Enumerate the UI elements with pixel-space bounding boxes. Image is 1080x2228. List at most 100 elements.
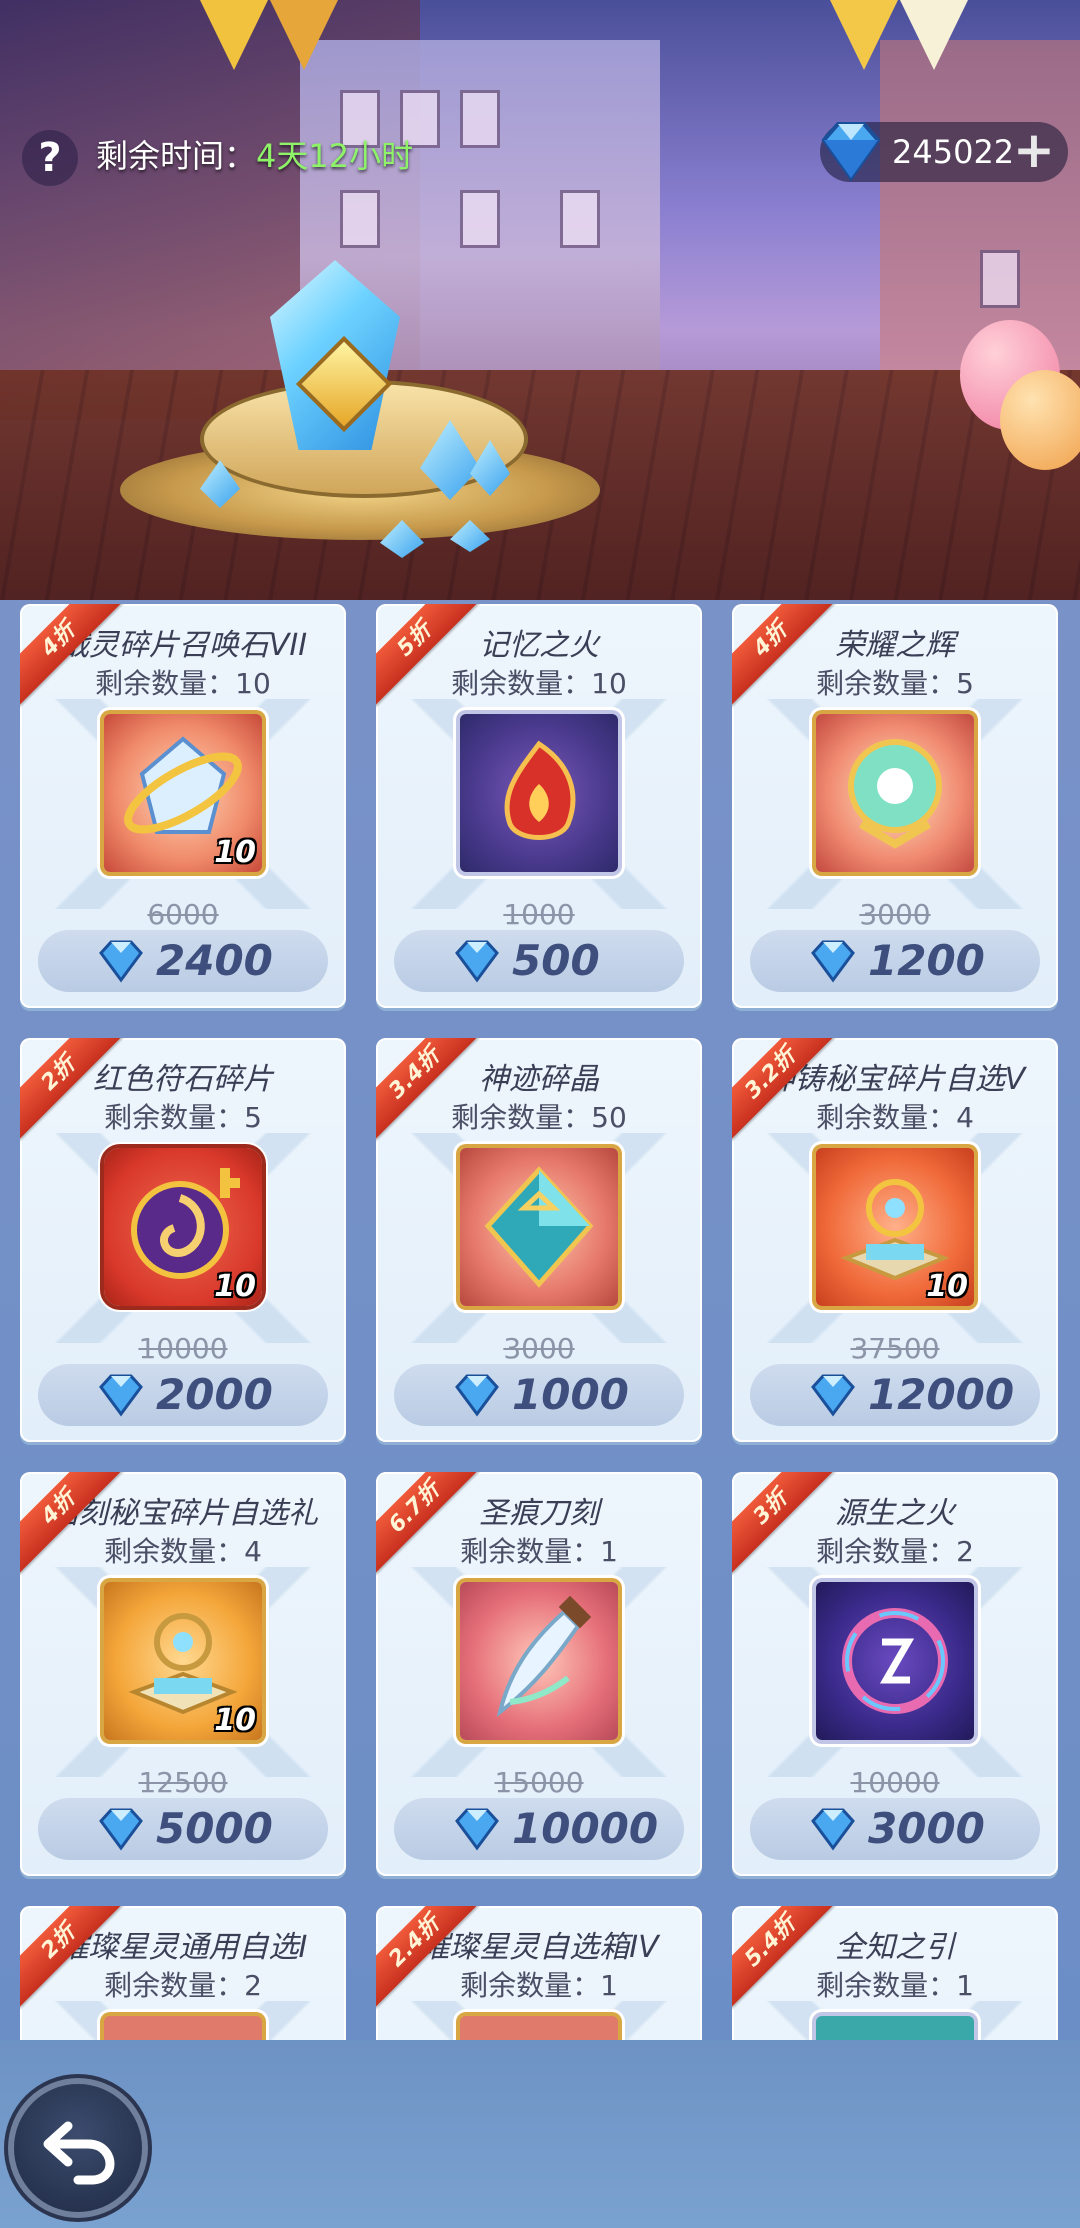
original-price: 15000 [494,1766,584,1799]
original-price: 6000 [147,898,219,931]
question-icon: ? [38,135,62,181]
sale-price: 10000 [512,1804,659,1853]
divine-treasure-icon: 10 [816,1148,974,1306]
diamond-icon [821,122,881,182]
omniscience-icon [816,2016,974,2040]
buy-button[interactable]: 10000 [394,1798,684,1860]
banner-window [980,250,1020,308]
original-price: 12500 [138,1766,228,1799]
diamond-icon [99,1808,143,1851]
summon-stone-icon: 10 [104,714,262,872]
event-banner [0,0,1080,600]
add-diamond-button[interactable]: + [1010,125,1058,176]
star-spirit-icon [104,2016,262,2040]
shop-item-card[interactable]: 4折 战灵碎片召唤石VII 剩余数量：10 10 6000 2400 [20,604,346,1008]
buy-button[interactable]: 500 [394,930,684,992]
sale-price: 5000 [156,1804,273,1853]
shop-item-card[interactable]: 2.4折 璀璨星灵自选箱IV 剩余数量：1 [376,1906,702,2040]
original-price: 10000 [138,1332,228,1365]
item-stock: 剩余数量：1 [460,1969,618,2002]
shop-item-card[interactable]: 5.4折 全知之引 剩余数量：1 [732,1906,1058,2040]
diamond-icon [455,940,499,983]
original-price: 3000 [859,898,931,931]
original-price: 37500 [850,1332,940,1365]
diamond-icon [99,1374,143,1417]
banner-window [460,90,500,148]
shop-item-card[interactable]: 2折 璀璨星灵通用自选I 剩余数量：2 [20,1906,346,2040]
sale-price: 500 [512,936,600,985]
item-stock: 剩余数量：5 [104,1101,262,1134]
item-stock: 剩余数量：1 [816,1969,974,2002]
item-quantity: 10 [214,1269,256,1304]
shop-item-card[interactable]: 2折 红色符石碎片 剩余数量：5 10 10000 2000 [20,1038,346,1442]
diamond-icon [811,940,855,983]
buy-button[interactable]: 12000 [750,1364,1040,1426]
shop-item-grid[interactable]: 4折 战灵碎片召唤石VII 剩余数量：10 10 6000 2400 5折 记忆… [0,600,1080,2040]
sale-price: 3000 [868,1804,985,1853]
bottom-bar [0,2040,1080,2228]
sale-price: 12000 [868,1370,1015,1419]
item-stock: 剩余数量：5 [816,667,974,700]
item-stock: 剩余数量：1 [460,1535,618,1568]
engraved-treasure-icon: 10 [104,1582,262,1740]
buy-button[interactable]: 1200 [750,930,1040,992]
shop-item-card[interactable]: 3.4折 神迹碎晶 剩余数量：50 3000 1000 [376,1038,702,1442]
origin-flame-icon [816,1582,974,1740]
item-stock: 剩余数量：4 [816,1101,974,1134]
diamond-icon [811,1374,855,1417]
shop-item-card[interactable]: 3折 源生之火 剩余数量：2 10000 3000 [732,1472,1058,1876]
item-quantity: 10 [926,1269,968,1304]
back-arrow-icon [43,2121,115,2185]
sale-price: 2400 [156,936,273,985]
timer-label: 剩余时间： [96,137,257,175]
item-stock: 剩余数量：50 [451,1101,627,1134]
item-stock: 剩余数量：10 [95,667,271,700]
bunting-flag [270,0,338,70]
original-price: 10000 [850,1766,940,1799]
banner-window [560,190,600,248]
miracle-crystal-icon [460,1148,618,1306]
buy-button[interactable]: 1000 [394,1364,684,1426]
plus-icon: + [1013,121,1055,179]
item-quantity: 10 [214,835,256,870]
memory-flame-icon [460,714,618,872]
item-stock: 剩余数量：2 [104,1969,262,2002]
stigma-blade-icon [460,1582,618,1740]
buy-button[interactable]: 2400 [38,930,328,992]
glory-orb-icon [816,714,974,872]
item-quantity: 10 [214,1703,256,1738]
diamond-icon [99,940,143,983]
sale-price: 1200 [868,936,985,985]
item-stock: 剩余数量：2 [816,1535,974,1568]
shop-item-card[interactable]: 5折 记忆之火 剩余数量：10 1000 500 [376,604,702,1008]
shop-item-card[interactable]: 4折 铭刻秘宝碎片自选礼 剩余数量：4 10 12500 5000 [20,1472,346,1876]
original-price: 3000 [503,1332,575,1365]
diamond-icon [455,1808,499,1851]
item-stock: 剩余数量：4 [104,1535,262,1568]
buy-button[interactable]: 3000 [750,1798,1040,1860]
balloon [1000,370,1080,470]
bunting-flag [200,0,268,70]
buy-button[interactable]: 2000 [38,1364,328,1426]
star-spirit-box-icon [460,2016,618,2040]
diamond-amount: 245022 [892,133,1015,171]
original-price: 1000 [503,898,575,931]
sale-price: 2000 [156,1370,273,1419]
bunting-flag [900,0,968,70]
help-button[interactable]: ? [22,130,78,186]
banner-window [460,190,500,248]
shop-item-card[interactable]: 6.7折 圣痕刀刻 剩余数量：1 15000 10000 [376,1472,702,1876]
shop-item-card[interactable]: 4折 荣耀之辉 剩余数量：5 3000 1200 [732,604,1058,1008]
remaining-time: 剩余时间：4天12小时 [96,126,413,186]
banner-window [340,190,380,248]
sale-price: 1000 [512,1370,629,1419]
bunting-flag [830,0,898,70]
red-rune-icon: 10 [104,1148,262,1306]
buy-button[interactable]: 5000 [38,1798,328,1860]
diamond-icon [811,1808,855,1851]
diamond-balance: 245022 + [820,122,1068,182]
back-button[interactable] [14,2084,142,2212]
diamond-icon [455,1374,499,1417]
timer-value: 4天12小时 [256,137,414,175]
shop-item-card[interactable]: 3.2折 神铸秘宝碎片自选V 剩余数量：4 10 37500 12000 [732,1038,1058,1442]
